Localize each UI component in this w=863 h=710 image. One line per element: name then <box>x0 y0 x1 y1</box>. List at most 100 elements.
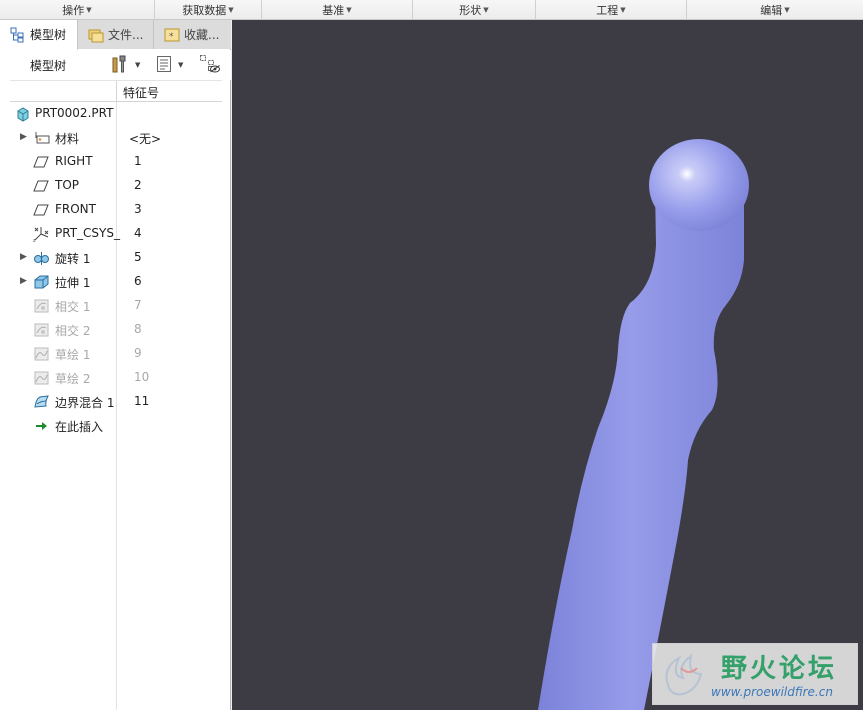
tree-item-top-plane[interactable]: TOP 2 <box>0 174 231 198</box>
tree-item-extrude-1[interactable]: ▶ 拉伸 1 6 <box>0 270 231 294</box>
intersect-icon <box>33 298 50 314</box>
part-icon <box>16 106 33 122</box>
chevron-down-icon: ▼ <box>346 6 352 14</box>
tab-label: 模型树 <box>30 28 67 42</box>
revolve-icon <box>33 250 50 266</box>
navigator-panel: 模型树 文件... * 收藏... 模型树 ▼ ▼ 特征号 PRT0002.PR… <box>0 20 231 710</box>
column-divider[interactable] <box>116 81 117 103</box>
tree-item-feature-number: 5 <box>134 250 142 264</box>
chevron-down-icon: ▼ <box>135 61 141 69</box>
intersect-icon <box>33 322 50 338</box>
ribbon-group-get-data[interactable]: 获取数据 ▼ <box>155 0 262 20</box>
sketch-icon <box>33 346 50 362</box>
tree-item-feature-number: 11 <box>134 394 150 408</box>
group-label: 获取数据 <box>182 4 227 17</box>
coordinate-system-icon: z <box>33 226 50 244</box>
extrude-icon <box>33 274 50 290</box>
expand-arrow-icon[interactable]: ▶ <box>20 132 27 142</box>
svg-text:*: * <box>169 32 174 42</box>
chevron-down-icon: ▼ <box>483 6 489 14</box>
settings-tools-button[interactable]: ▼ <box>111 55 140 75</box>
datum-plane-icon <box>33 154 50 170</box>
chevron-down-icon: ▼ <box>178 61 184 69</box>
shaft-body <box>538 186 744 710</box>
tree-item-feature-number: 7 <box>134 298 142 312</box>
settings-tools-icon <box>111 54 129 77</box>
tree-toolbar: 模型树 ▼ ▼ <box>0 50 231 80</box>
ribbon-group-editing[interactable]: 编辑 ▼ <box>687 0 863 20</box>
tab-favorites[interactable]: * 收藏... <box>154 20 231 49</box>
tab-label: 文件... <box>108 28 144 42</box>
group-label: 操作 <box>62 4 85 17</box>
chevron-down-icon: ▼ <box>228 6 234 14</box>
tree-columns-button[interactable]: ▼ <box>156 55 183 75</box>
watermark-title: 野火论坛 <box>721 654 838 684</box>
group-label: 工程 <box>596 4 619 17</box>
folder-browser-icon <box>88 27 104 43</box>
tree-item-label: 边界混合 1 <box>55 396 115 410</box>
tree-item-feature-number: 1 <box>134 154 142 168</box>
tree-column-header: 特征号 <box>10 80 222 103</box>
tree-item-label: 在此插入 <box>55 420 104 434</box>
show-hidden-button[interactable] <box>199 54 221 75</box>
tree-item-label: 草绘 2 <box>55 372 91 386</box>
tree-item-label: PRT_CSYS_ <box>55 226 120 240</box>
tree-root-part[interactable]: PRT0002.PRT <box>0 102 231 126</box>
tree-item-label: TOP <box>55 178 80 192</box>
ribbon-group-engineering[interactable]: 工程 ▼ <box>536 0 687 20</box>
tree-item-feature-number: 8 <box>134 322 142 336</box>
group-label: 形状 <box>459 4 482 17</box>
tree-item-revolve-1[interactable]: ▶ 旋转 1 5 <box>0 246 231 270</box>
tree-item-label: 材料 <box>55 132 80 146</box>
tree-item-label: RIGHT <box>55 154 93 168</box>
tree-item-insert-here[interactable]: 在此插入 <box>0 414 231 438</box>
watermark-logo <box>665 653 703 696</box>
tree-toolbar-label: 模型树 <box>30 58 67 73</box>
tree-item-label: FRONT <box>55 202 96 216</box>
chevron-down-icon: ▼ <box>784 6 790 14</box>
tree-item-intersect-2[interactable]: 相交 2 8 <box>0 318 231 342</box>
tree-item-boundary-blend-1[interactable]: 边界混合 1 11 <box>0 390 231 414</box>
tree-item-sketch-2[interactable]: 草绘 2 10 <box>0 366 231 390</box>
boundary-blend-icon <box>33 394 50 410</box>
tree-item-sketch-1[interactable]: 草绘 1 9 <box>0 342 231 366</box>
svg-text:z: z <box>33 238 36 242</box>
watermark-url: www.proewildfire.cn <box>711 685 833 699</box>
tab-model-tree[interactable]: 模型树 <box>0 20 78 50</box>
tree-item-feature-number: 3 <box>134 202 142 216</box>
tab-label: 收藏... <box>184 28 220 42</box>
group-label: 编辑 <box>760 4 783 17</box>
datum-plane-icon <box>33 202 50 218</box>
rounded-cap <box>649 139 749 231</box>
tree-item-feature-number: 10 <box>134 370 150 384</box>
tab-folder-browser[interactable]: 文件... <box>78 20 154 49</box>
ribbon-group-labels: 操作 ▼ 获取数据 ▼ 基准 ▼ 形状 ▼ 工程 ▼ 编辑 ▼ <box>0 0 863 20</box>
tree-item-right-plane[interactable]: RIGHT 1 <box>0 150 231 174</box>
graphics-viewport[interactable] <box>232 20 863 710</box>
expand-arrow-icon[interactable]: ▶ <box>20 276 27 286</box>
ribbon-group-datum[interactable]: 基准 ▼ <box>262 0 413 20</box>
model-tree-icon <box>10 27 26 43</box>
sketch-icon <box>33 370 50 386</box>
tree-item-label: 相交 2 <box>55 324 91 338</box>
tree-root-label: PRT0002.PRT <box>35 106 114 120</box>
expand-arrow-icon[interactable]: ▶ <box>20 252 27 262</box>
tree-item-material[interactable]: ▶ 材料 <无> <box>0 126 231 150</box>
ribbon-group-operations[interactable]: 操作 ▼ <box>0 0 155 20</box>
datum-plane-icon <box>33 178 50 194</box>
model-shaded-part[interactable] <box>232 20 863 710</box>
tree-item-feature-number: <无> <box>129 132 162 146</box>
tree-item-coordinate-system[interactable]: z PRT_CSYS_ 4 <box>0 222 231 246</box>
tree-item-label: 草绘 1 <box>55 348 91 362</box>
tree-item-label: 相交 1 <box>55 300 91 314</box>
tree-item-feature-number: 6 <box>134 274 142 288</box>
ribbon-group-shapes[interactable]: 形状 ▼ <box>413 0 536 20</box>
tree-item-front-plane[interactable]: FRONT 3 <box>0 198 231 222</box>
tree-item-intersect-1[interactable]: 相交 1 7 <box>0 294 231 318</box>
chevron-down-icon: ▼ <box>620 6 626 14</box>
model-tree: PRT0002.PRT ▶ 材料 <无> RIGHT 1 TOP 2 FRONT… <box>0 102 231 710</box>
tree-item-feature-number: 4 <box>134 226 142 240</box>
tree-item-feature-number: 2 <box>134 178 142 192</box>
tree-item-label: 拉伸 1 <box>55 276 91 290</box>
column-feature-number[interactable]: 特征号 <box>123 84 159 101</box>
